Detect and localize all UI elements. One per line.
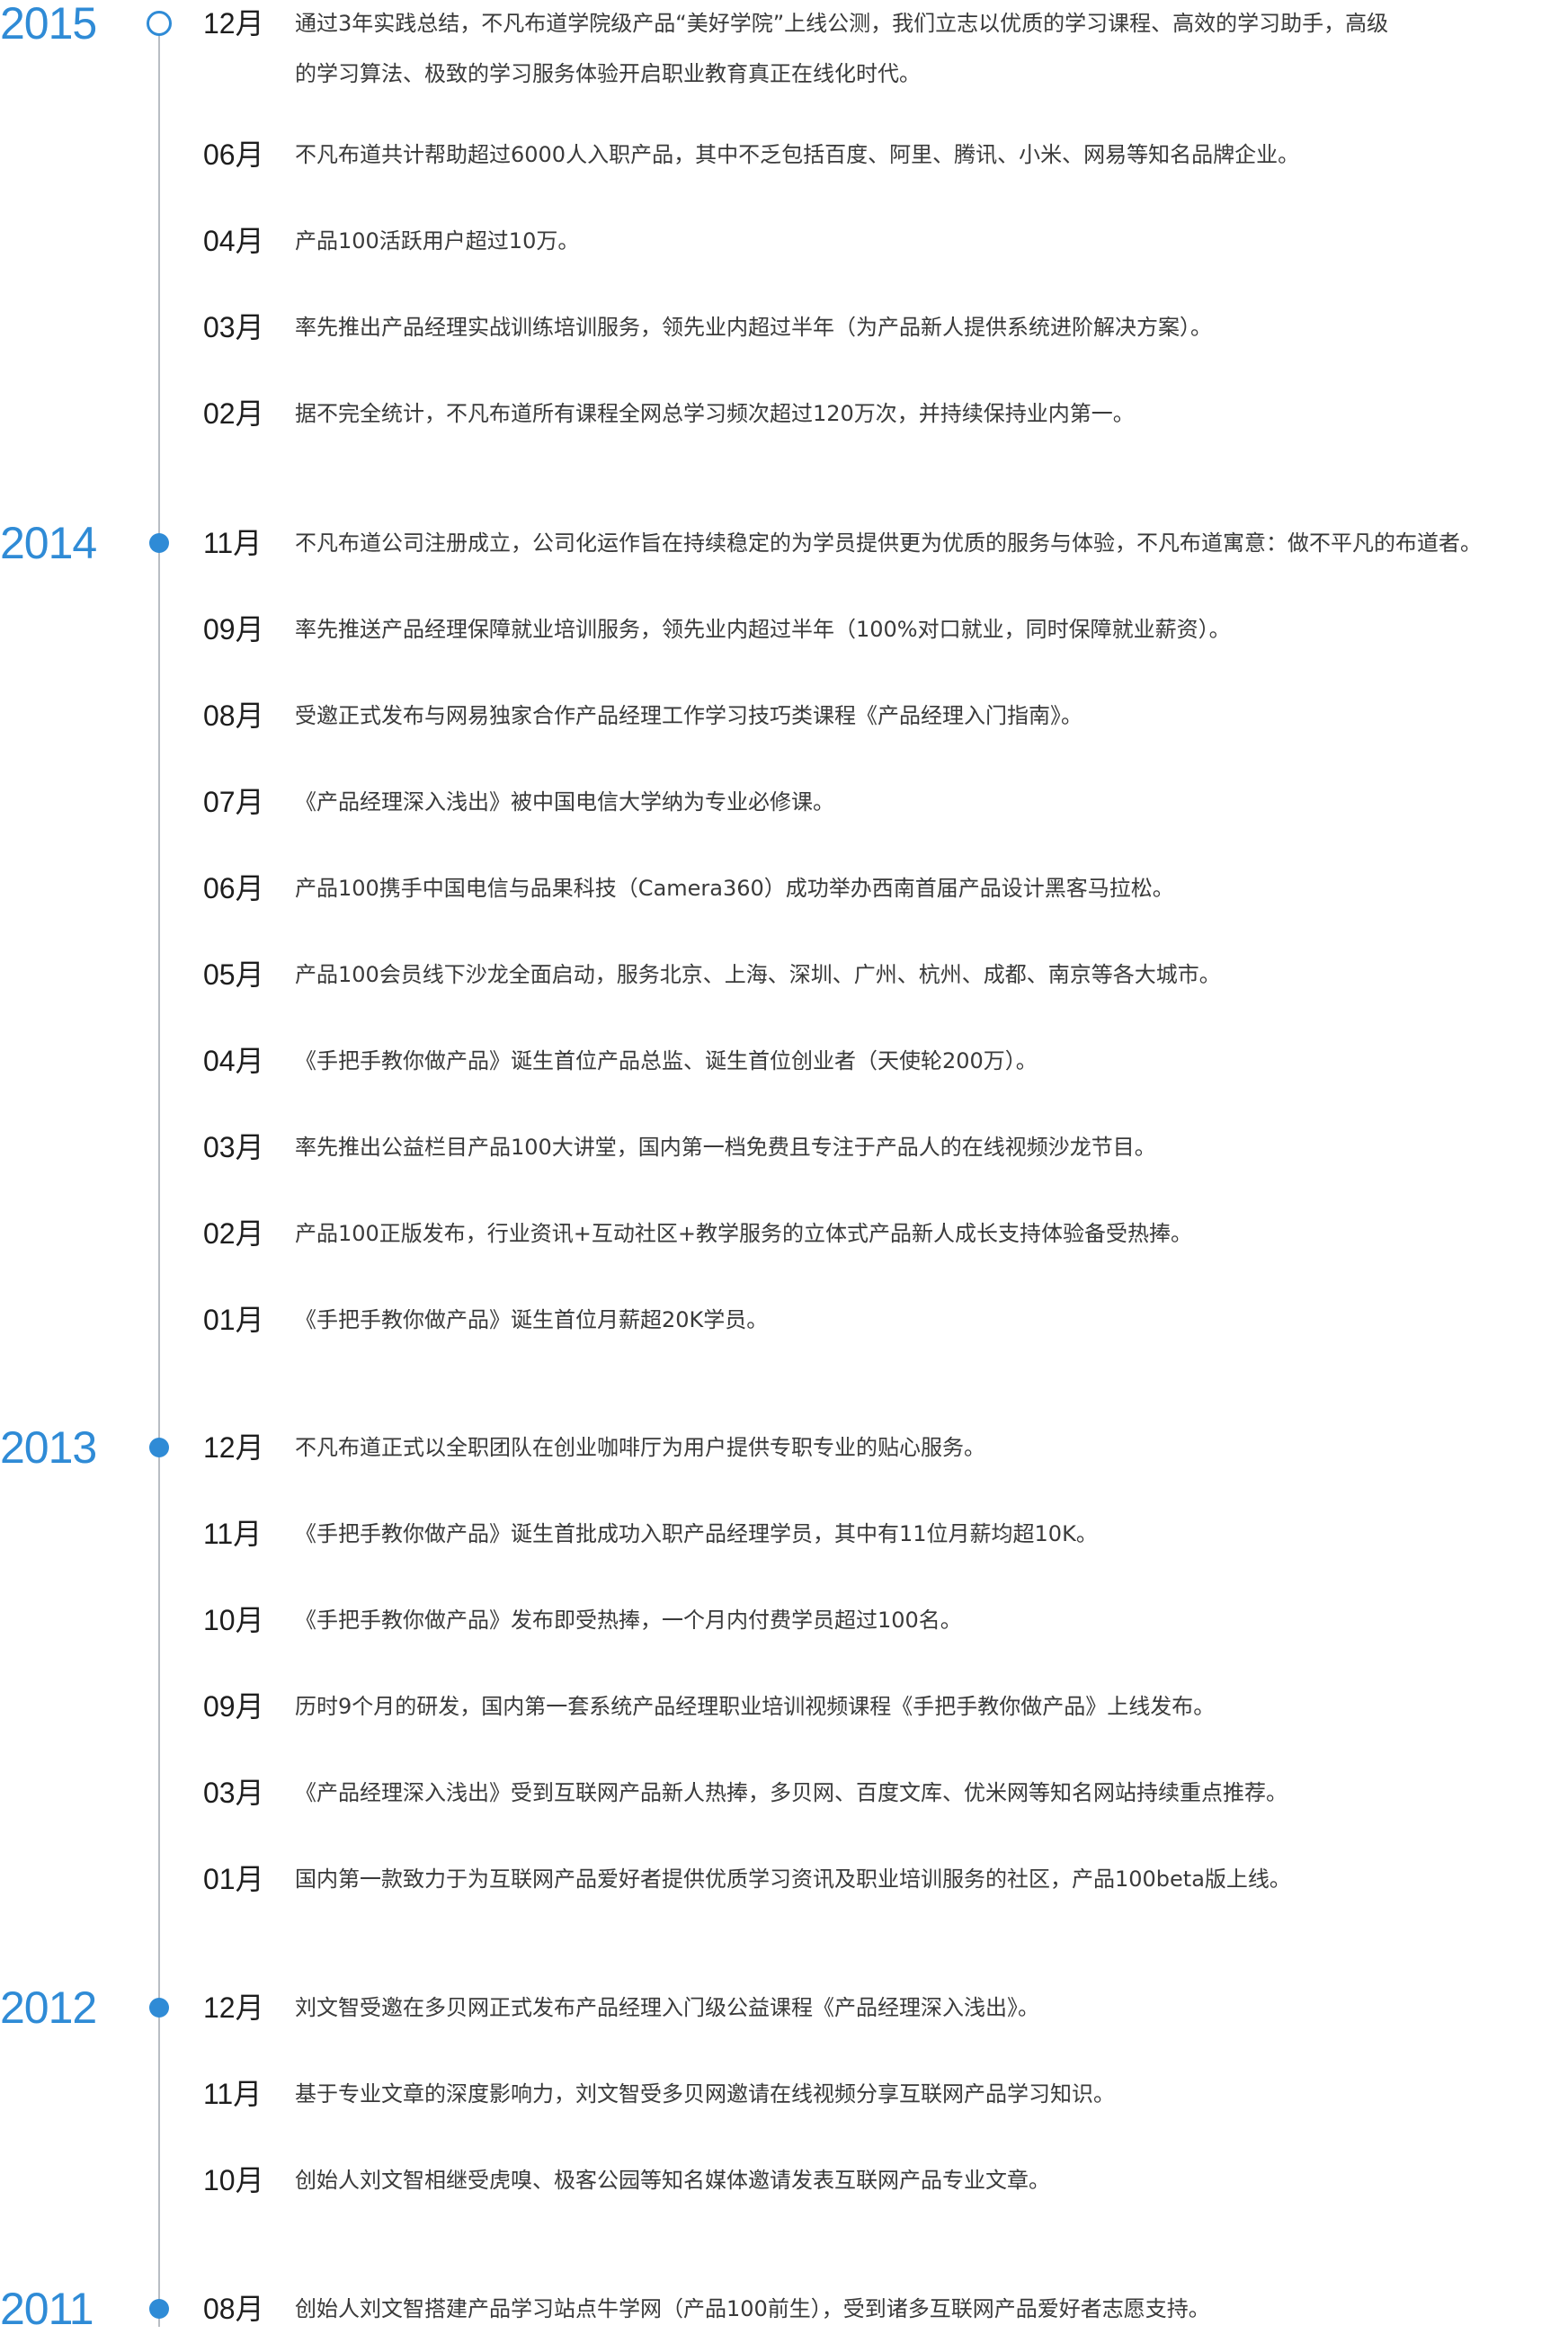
event-description: 产品100会员线下沙龙全面启动，服务北京、上海、深圳、广州、杭州、成都、南京等各… (295, 962, 1221, 987)
event-month: 01月 (203, 1304, 264, 1336)
event-description: 率先推出公益栏目产品100大讲堂，国内第一档免费且专注于产品人的在线视频沙龙节目… (295, 1135, 1156, 1160)
event-description: 《产品经理深入浅出》受到互联网产品新人热捧，多贝网、百度文库、优米网等知名网站持… (295, 1780, 1287, 1805)
year-label: 2012 (0, 1982, 97, 2033)
event-month: 03月 (203, 311, 264, 343)
year-label: 2011 (0, 2284, 94, 2334)
event-month: 06月 (203, 872, 264, 904)
year-label: 2015 (0, 0, 97, 49)
event-description: 率先推送产品经理保障就业培训服务，领先业内超过半年（100%对口就业，同时保障就… (295, 617, 1231, 642)
event-month: 03月 (203, 1131, 264, 1163)
event-description: 基于专业文章的深度影响力，刘文智受多贝网邀请在线视频分享互联网产品学习知识。 (295, 2081, 1115, 2107)
event-month: 05月 (203, 958, 264, 991)
event-description: 《手把手教你做产品》诞生首批成功入职产品经理学员，其中有11位月薪均超10K。 (295, 1521, 1098, 1546)
event-month: 03月 (203, 1777, 264, 1809)
event-description: 《手把手教你做产品》诞生首位月薪超20K学员。 (295, 1307, 769, 1332)
timeline-marker (149, 2299, 169, 2319)
event-month: 04月 (203, 225, 264, 257)
event-description: 产品100活跃用户超过10万。 (295, 228, 580, 254)
event-description: 通过3年实践总结，不凡布道学院级产品“美好学院”上线公测，我们立志以优质的学习课… (295, 11, 1389, 86)
event-month: 09月 (203, 613, 264, 646)
event-month: 09月 (203, 1690, 264, 1723)
timeline: 2015 12月 通过3年实践总结，不凡布道学院级产品“美好学院”上线公测，我们立志… (0, 0, 1568, 2331)
event-month: 10月 (203, 2164, 264, 2196)
year-label: 2013 (0, 1422, 97, 1473)
event-month: 04月 (203, 1045, 264, 1077)
timeline-axis (158, 20, 160, 2327)
event-month: 11月 (203, 2078, 263, 2110)
event-description: 不凡布道公司注册成立，公司化运作旨在持续稳定的为学员提供更为优质的服务与体验，不… (295, 530, 1482, 556)
event-month: 11月 (203, 1518, 263, 1550)
event-month: 12月 (203, 1431, 264, 1464)
event-month: 02月 (203, 1217, 264, 1250)
event-month: 01月 (203, 1863, 264, 1895)
event-description: 历时9个月的研发，国内第一套系统产品经理职业培训视频课程《手把手教你做产品》上线… (295, 1694, 1216, 1719)
year-label: 2014 (0, 518, 97, 568)
event-month: 07月 (203, 786, 264, 818)
timeline-marker (149, 533, 169, 553)
event-description: 创始人刘文智相继受虎嗅、极客公园等知名媒体邀请发表互联网产品专业文章。 (295, 2168, 1050, 2193)
event-description: 国内第一款致力于为互联网产品爱好者提供优质学习资讯及职业培训服务的社区，产品10… (295, 1866, 1291, 1892)
event-month: 12月 (203, 1991, 264, 2024)
event-description: 不凡布道共计帮助超过6000人入职产品，其中不乏包括百度、阿里、腾讯、小米、网易… (295, 142, 1300, 167)
event-month: 08月 (203, 2293, 264, 2325)
timeline-marker (149, 1998, 169, 2018)
event-month: 08月 (203, 699, 264, 732)
event-description: 率先推出产品经理实战训练培训服务，领先业内超过半年（为产品新人提供系统进阶解决方… (295, 315, 1212, 340)
event-month: 10月 (203, 1604, 264, 1636)
event-description: 受邀正式发布与网易独家合作产品经理工作学习技巧类课程《产品经理入门指南》。 (295, 703, 1082, 728)
event-description: 《手把手教你做产品》诞生首位产品总监、诞生首位创业者（天使轮200万）。 (295, 1048, 1038, 1073)
event-description: 不凡布道正式以全职团队在创业咖啡厅为用户提供专职专业的贴心服务。 (295, 1435, 985, 1460)
event-description: 产品100正版发布，行业资讯+互动社区+教学服务的立体式产品新人成长支持体验备受… (295, 1221, 1193, 1246)
timeline-marker (149, 1438, 169, 1457)
event-month: 02月 (203, 397, 264, 430)
timeline-marker-current (147, 11, 172, 36)
event-description: 《手把手教你做产品》发布即受热捧，一个月内付费学员超过100名。 (295, 1608, 962, 1633)
event-description: 刘文智受邀在多贝网正式发布产品经理入门级公益课程《产品经理深入浅出》。 (295, 1995, 1039, 2020)
event-month: 12月 (203, 7, 264, 40)
event-description: 《产品经理深入浅出》被中国电信大学纳为专业必修课。 (295, 789, 834, 815)
event-description: 据不完全统计，不凡布道所有课程全网总学习频次超过120万次，并持续保持业内第一。 (295, 401, 1135, 426)
event-description: 产品100携手中国电信与品果科技（Camera360）成功举办西南首届产品设计黑… (295, 876, 1174, 901)
event-month: 11月 (203, 527, 263, 559)
event-month: 06月 (203, 138, 264, 171)
